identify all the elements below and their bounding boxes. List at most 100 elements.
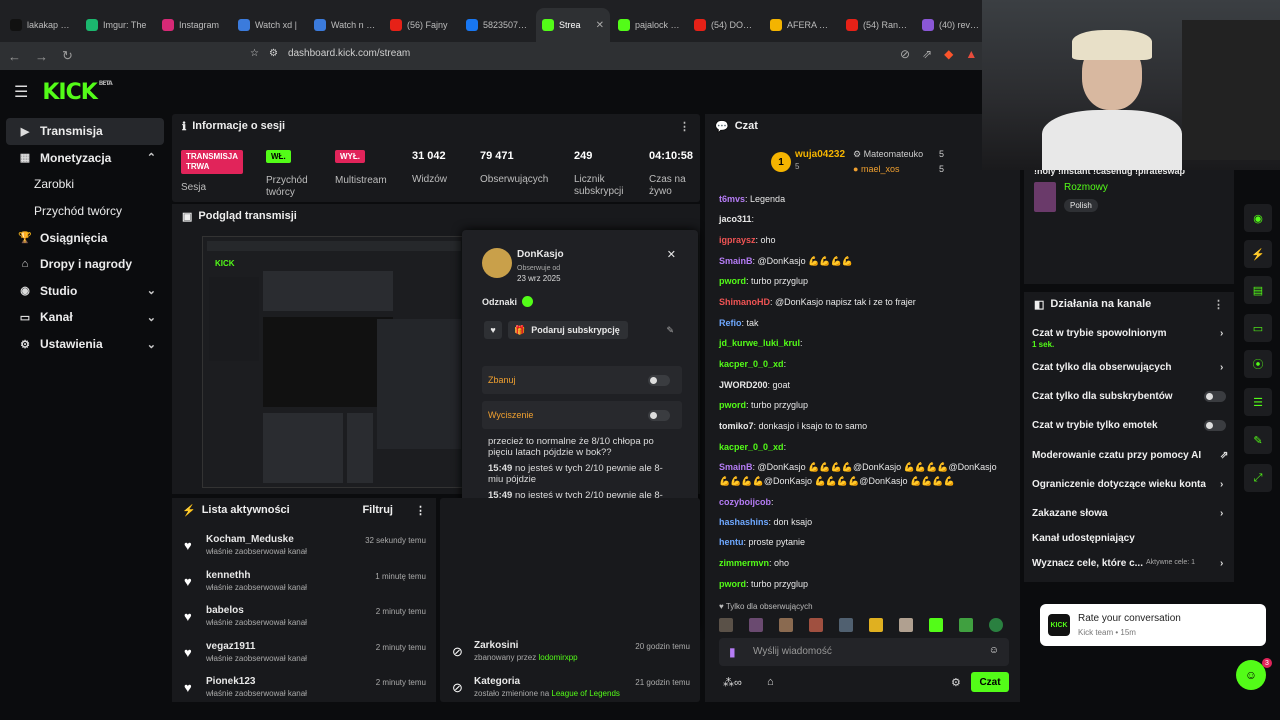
sidebar-item[interactable]: ▭ Kanał ⌄ <box>6 304 164 331</box>
kick-logo[interactable]: KICK BETA <box>42 80 112 105</box>
banned-words-item[interactable]: Zakazane słowa › <box>1032 508 1223 519</box>
chat-username[interactable]: pword <box>719 400 746 410</box>
chat-username[interactable]: hashashins <box>719 517 769 527</box>
chat-username[interactable]: zimmermvn <box>719 558 769 568</box>
chat-username[interactable]: cozyboijcob <box>719 497 771 507</box>
browser-tab[interactable]: Strea ✕ <box>536 8 610 42</box>
wrench-icon[interactable]: ✎ <box>1244 426 1272 454</box>
mute-toggle[interactable] <box>648 410 670 421</box>
close-icon[interactable]: ✕ <box>667 248 676 261</box>
chat-username[interactable]: SmainB <box>719 256 753 266</box>
chat-username[interactable]: ShimanoHD <box>719 297 770 307</box>
browser-tab[interactable]: Instagram <box>156 8 230 42</box>
modlog-by[interactable]: League of Legends <box>551 689 620 698</box>
filter-button[interactable]: Filtruj <box>362 504 393 516</box>
emote-row[interactable] <box>719 618 1009 632</box>
sidebar-item[interactable]: ⌂ Dropy i nagrody <box>6 251 164 278</box>
slow-mode-item[interactable]: Czat w trybie spowolnionym › <box>1032 328 1223 339</box>
chat-username[interactable]: kacper_0_0_xd <box>719 442 784 452</box>
chat-username[interactable]: jd_kurwe_luki_krul <box>719 338 800 348</box>
message-input[interactable]: ▮ Wyślij wiadomość ☺ <box>719 638 1009 666</box>
ai-mod-item[interactable]: Moderowanie czatu przy pomocy AI ⇗ <box>1032 450 1228 461</box>
browser-tab[interactable]: AFERA HAZ <box>764 8 838 42</box>
browser-tab[interactable]: Imgur: The <box>80 8 154 42</box>
mic-icon[interactable]: ▮ <box>729 645 736 659</box>
url-text[interactable]: dashboard.kick.com/stream <box>288 48 410 59</box>
chevron-down-icon[interactable]: ⌄ <box>147 284 156 297</box>
chat-username[interactable]: t6mvs <box>719 194 745 204</box>
browser-tab[interactable]: Watch n | S <box>308 8 382 42</box>
share-icon[interactable]: ⇗ <box>922 47 932 61</box>
back-icon[interactable]: ← <box>8 49 21 64</box>
site-info-icon[interactable]: ⚙ <box>269 48 278 59</box>
chat-username[interactable]: Refio <box>719 318 742 328</box>
activity-user[interactable]: kennethh <box>206 570 250 581</box>
list-icon[interactable]: ☰ <box>1244 388 1272 416</box>
bookmark-icon[interactable]: ☆ <box>250 48 259 59</box>
pin-icon[interactable]: ✎ <box>666 325 674 336</box>
subs-only-toggle[interactable] <box>1204 391 1226 402</box>
chat-toast[interactable]: KICK Rate your conversation Kick team • … <box>1040 604 1266 646</box>
chat-username[interactable]: jaco311 <box>719 214 752 224</box>
forward-icon[interactable]: → <box>35 49 48 64</box>
sidebar-item[interactable]: ▦ Monetyzacja ⌃ <box>6 145 164 172</box>
heart-icon[interactable]: ♥ <box>484 321 502 339</box>
sidebar-item[interactable]: ◉ Studio ⌄ <box>6 278 164 305</box>
message-icon[interactable]: ▭ <box>1244 314 1272 342</box>
store-icon[interactable]: ⌂ <box>767 676 774 688</box>
chevron-down-icon[interactable]: ⌄ <box>147 311 156 324</box>
shared-channel-item[interactable]: Kanał udostępniający <box>1032 533 1135 544</box>
chat-username[interactable]: JWORD200 <box>719 380 768 390</box>
broadcast-icon[interactable]: ⦿ <box>1244 350 1272 378</box>
media-icon[interactable]: ⊘ <box>900 47 910 61</box>
modlog-by[interactable]: lodomirxpp <box>539 653 578 662</box>
sidebar-item[interactable]: ⚙ Ustawienia ⌄ <box>6 331 164 358</box>
browser-tab[interactable]: lakakap (@ <box>4 8 78 42</box>
document-icon[interactable]: ▤ <box>1244 276 1272 304</box>
sidebar-item[interactable]: ▶ Transmisja <box>6 118 164 145</box>
activity-user[interactable]: Kocham_Meduske <box>206 534 294 545</box>
chat-username[interactable]: igpraysz <box>719 235 756 245</box>
activity-user[interactable]: babelos <box>206 605 244 616</box>
goals-item[interactable]: Wyznacz cele, które c... Aktywne cele: 1… <box>1032 558 1223 569</box>
browser-tab[interactable]: (40) revo_te <box>916 8 990 42</box>
settings-icon[interactable]: ⚙ <box>951 676 961 689</box>
points-icon[interactable]: ⁂∞ <box>723 676 742 689</box>
bolt-icon[interactable]: ⚡ <box>1244 240 1272 268</box>
chat-username[interactable]: hentu <box>719 537 744 547</box>
close-tab-icon[interactable]: ✕ <box>596 20 604 31</box>
more-icon[interactable]: ⋮ <box>415 504 426 517</box>
activity-user[interactable]: Pionek123 <box>206 676 255 687</box>
more-icon[interactable]: ⋮ <box>679 120 690 133</box>
sidebar-item[interactable]: Przychód twórcy <box>6 198 164 225</box>
browser-tab[interactable]: 582350787 <box>460 8 534 42</box>
chat-username[interactable]: SmainB <box>719 462 753 472</box>
chat-username[interactable]: tomiko7 <box>719 421 754 431</box>
ban-toggle[interactable] <box>648 375 670 386</box>
gift-sub-button[interactable]: 🎁 Podaruj subskrypcję <box>508 321 628 339</box>
stream-video[interactable]: KICK <box>202 236 464 488</box>
chevron-up-icon[interactable]: ⌃ <box>147 151 156 164</box>
chevron-down-icon[interactable]: ⌄ <box>147 338 156 351</box>
brave-icon[interactable]: ◆ <box>944 47 953 61</box>
sidebar-item[interactable]: 🏆 Osiągnięcia <box>6 224 164 251</box>
expand-icon[interactable]: ⤢ <box>1244 464 1272 492</box>
ban-row[interactable]: Zbanuj <box>482 366 682 394</box>
emoji-icon[interactable]: ☺ <box>989 645 999 656</box>
browser-tab[interactable]: (56) Fajny <box>384 8 458 42</box>
browser-tab[interactable]: pajalock - W <box>612 8 686 42</box>
activity-user[interactable]: vegaz1911 <box>206 641 256 652</box>
category-name[interactable]: Rozmowy <box>1064 182 1108 193</box>
browser-tab[interactable]: Watch xd | <box>232 8 306 42</box>
followers-only-item[interactable]: Czat tylko dla obserwujących › <box>1032 362 1223 373</box>
sidebar-item[interactable]: Zarobki <box>6 171 164 198</box>
more-icon[interactable]: ⋮ <box>1213 298 1224 311</box>
chat-username[interactable]: pword <box>719 276 746 286</box>
chat-username[interactable]: pword <box>719 579 746 589</box>
chat-username[interactable]: kacper_0_0_xd <box>719 359 784 369</box>
mute-row[interactable]: Wyciszenie <box>482 401 682 429</box>
browser-tab[interactable]: (54) DON K <box>688 8 762 42</box>
alert-icon[interactable]: ▲ <box>965 47 977 61</box>
send-chat-button[interactable]: Czat <box>971 672 1009 692</box>
camera-icon[interactable]: ◉ <box>1244 204 1272 232</box>
